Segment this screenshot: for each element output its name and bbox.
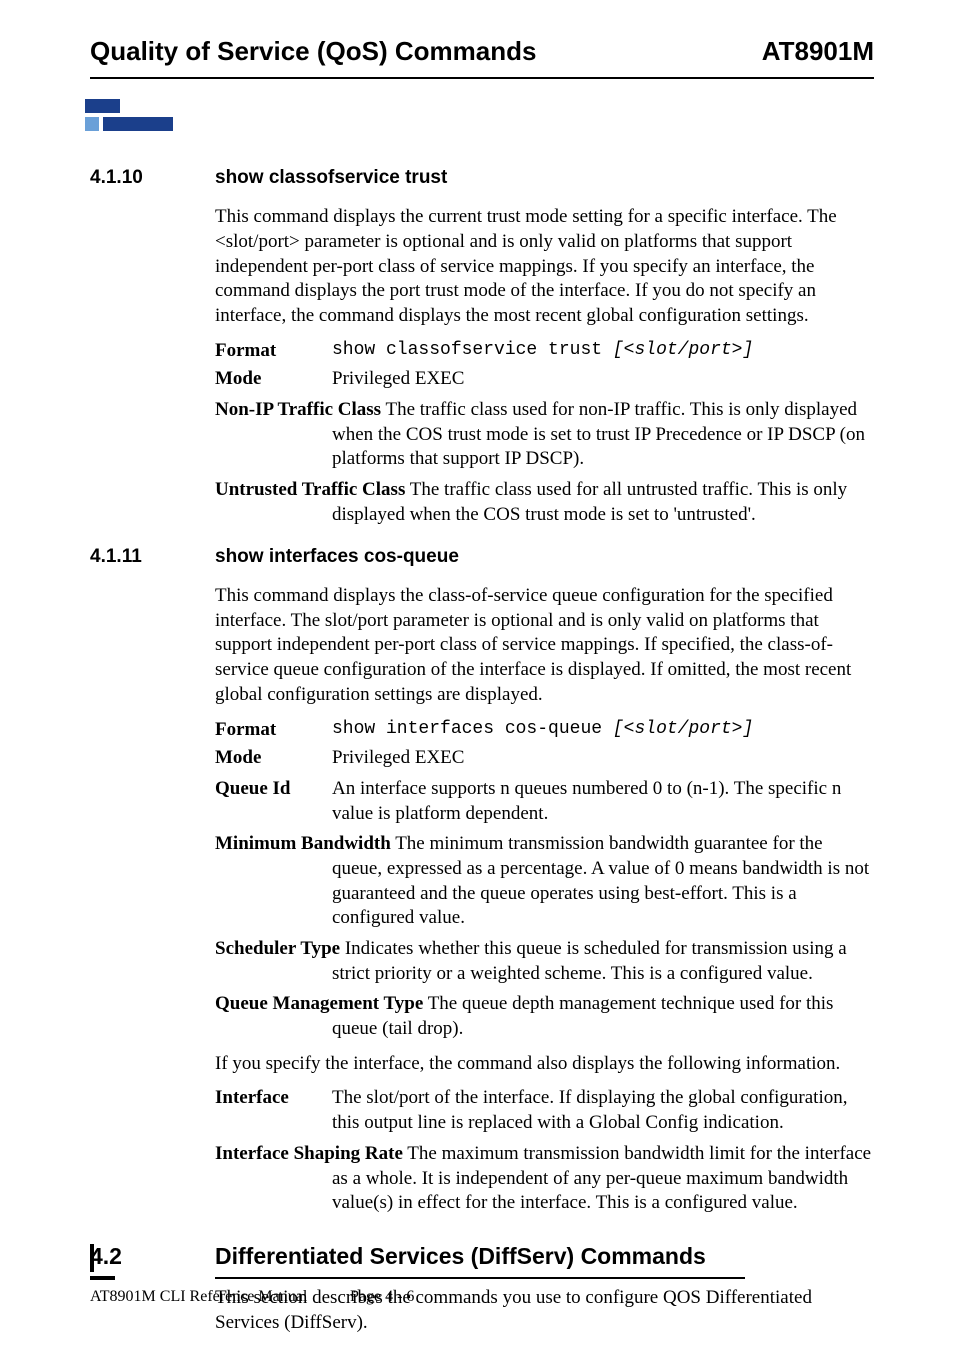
format-command: show classofservice trust	[332, 340, 613, 360]
interface-label: Interface	[215, 1086, 332, 1135]
section-title: show interfaces cos-queue	[215, 545, 874, 570]
nonip-label: Non-IP Traffic Class	[215, 399, 381, 420]
mode-row: Mode Privileged EXEC	[215, 367, 874, 392]
qmt-rest: queue (tail drop).	[332, 1017, 874, 1042]
format-label: Format	[215, 339, 332, 364]
logo-icon	[85, 99, 173, 131]
extra-info: If you specify the interface, the comman…	[215, 1052, 874, 1077]
mode-row: Mode Privileged EXEC	[215, 746, 874, 771]
format-label: Format	[215, 718, 332, 743]
section-number: 4.1.11	[90, 545, 215, 570]
format-value: show classofservice trust [<slot/port>]	[332, 339, 874, 364]
mode-value: Privileged EXEC	[332, 367, 874, 392]
header-title-left: Quality of Service (QoS) Commands	[90, 35, 536, 69]
section-heading-4110: 4.1.10 show classofservice trust	[90, 166, 874, 191]
intro-paragraph: This command displays the current trust …	[215, 205, 874, 328]
minbw-rest: queue, expressed as a percentage. A valu…	[332, 857, 874, 931]
format-arg: [<slot/port>]	[613, 719, 753, 739]
queue-id-row: Queue Id An interface supports n queues …	[215, 777, 874, 826]
mode-label: Mode	[215, 746, 332, 771]
qmt-first: The queue depth management technique use…	[423, 993, 833, 1014]
format-row: Format show classofservice trust [<slot/…	[215, 339, 874, 364]
mode-label: Mode	[215, 367, 332, 392]
minbw-first: The minimum transmission bandwidth guara…	[391, 833, 823, 854]
untrusted-traffic-class-def: Untrusted Traffic Class The traffic clas…	[215, 478, 874, 527]
format-command: show interfaces cos-queue	[332, 719, 613, 739]
header-title-right: AT8901M	[762, 35, 874, 69]
untrusted-label: Untrusted Traffic Class	[215, 479, 405, 500]
page-body: 4.1.10 show classofservice trust This co…	[90, 166, 874, 1335]
format-value: show interfaces cos-queue [<slot/port>]	[332, 718, 874, 743]
minbw-label: Minimum Bandwidth	[215, 833, 391, 854]
nonip-first: The traffic class used for non-IP traffi…	[381, 399, 857, 420]
page-header: Quality of Service (QoS) Commands AT8901…	[90, 35, 874, 79]
footer-left: AT8901M CLI Reference Manual	[90, 1287, 350, 1308]
section-number: 4.1.10	[90, 166, 215, 191]
format-arg: [<slot/port>]	[613, 340, 753, 360]
footer-rule	[90, 1244, 874, 1280]
footer-page-number: Page 4 - 6	[350, 1287, 874, 1308]
qmt-label: Queue Management Type	[215, 993, 423, 1014]
sched-first: Indicates whether this queue is schedule…	[340, 938, 847, 959]
section-4110-content: This command displays the current trust …	[215, 205, 874, 527]
shape-label: Interface Shaping Rate	[215, 1143, 403, 1164]
page: Quality of Service (QoS) Commands AT8901…	[0, 0, 954, 1350]
mode-value: Privileged EXEC	[332, 746, 874, 771]
section-heading-4111: 4.1.11 show interfaces cos-queue	[90, 545, 874, 570]
section-title: show classofservice trust	[215, 166, 874, 191]
format-row: Format show interfaces cos-queue [<slot/…	[215, 718, 874, 743]
interface-value: The slot/port of the interface. If displ…	[332, 1086, 874, 1135]
nonip-traffic-class-def: Non-IP Traffic Class The traffic class u…	[215, 398, 874, 472]
section-4111-content: This command displays the class-of-servi…	[215, 584, 874, 1216]
scheduler-type-def: Scheduler Type Indicates whether this qu…	[215, 937, 874, 986]
shape-rest: as a whole. It is independent of any per…	[332, 1167, 874, 1216]
page-footer: AT8901M CLI Reference Manual Page 4 - 6	[90, 1287, 874, 1308]
shape-first: The maximum transmission bandwidth limit…	[403, 1143, 871, 1164]
queue-id-label: Queue Id	[215, 777, 332, 826]
logo	[85, 99, 874, 139]
interface-shaping-rate-def: Interface Shaping Rate The maximum trans…	[215, 1142, 874, 1216]
nonip-rest: when the COS trust mode is set to trust …	[332, 423, 874, 472]
min-bandwidth-def: Minimum Bandwidth The minimum transmissi…	[215, 832, 874, 931]
intro-paragraph: This command displays the class-of-servi…	[215, 584, 874, 707]
sched-label: Scheduler Type	[215, 938, 340, 959]
interface-row: Interface The slot/port of the interface…	[215, 1086, 874, 1135]
sched-rest: strict priority or a weighted scheme. Th…	[332, 962, 874, 987]
queue-id-value: An interface supports n queues numbered …	[332, 777, 874, 826]
queue-mgmt-type-def: Queue Management Type The queue depth ma…	[215, 992, 874, 1041]
untrusted-first: The traffic class used for all untrusted…	[405, 479, 847, 500]
untrusted-rest: displayed when the COS trust mode is set…	[332, 503, 874, 528]
